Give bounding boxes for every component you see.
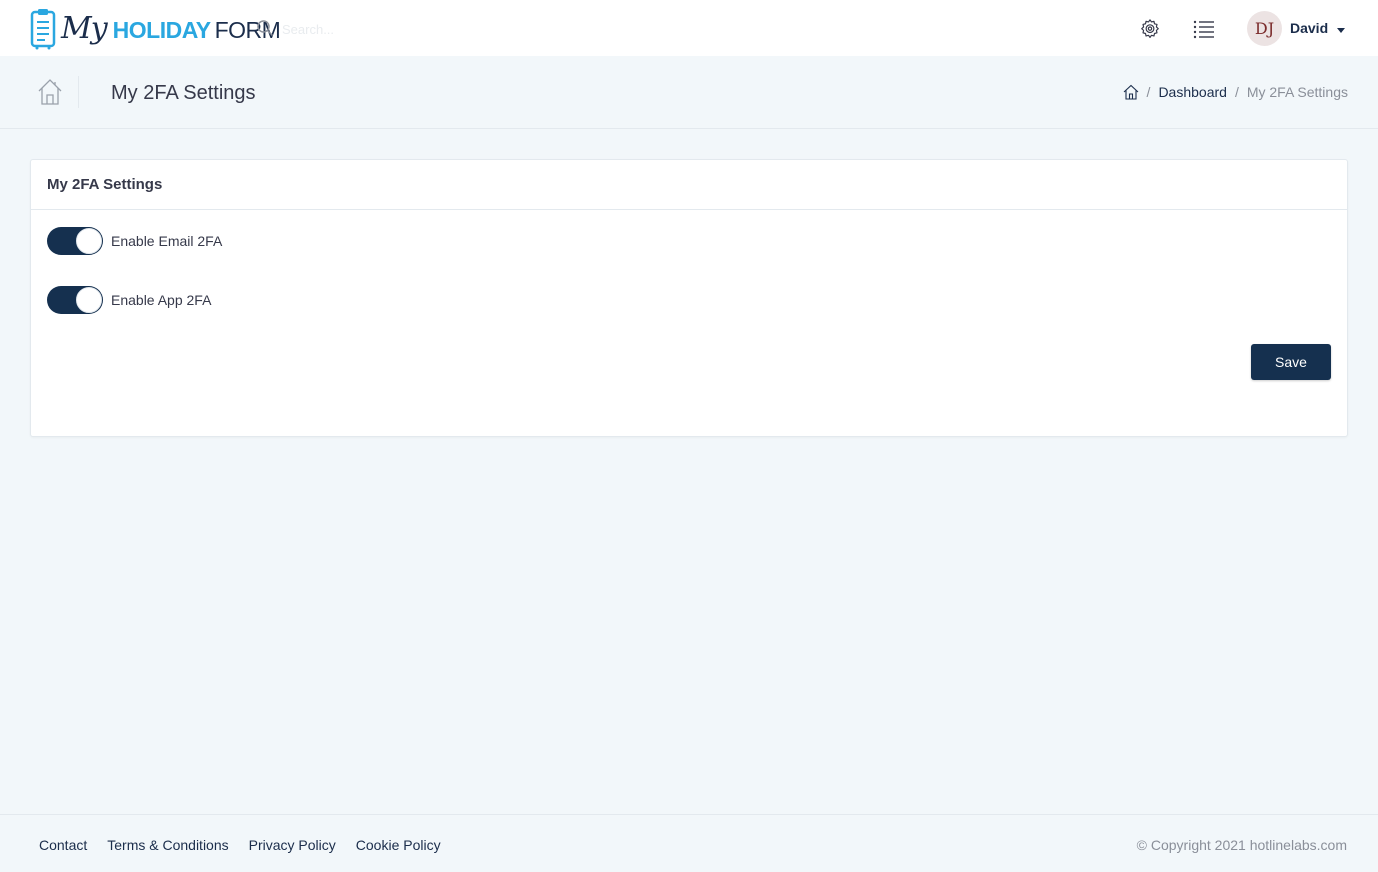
breadcrumb-separator: / — [1234, 84, 1239, 100]
search-icon[interactable] — [256, 19, 274, 37]
toggle-knob — [76, 287, 102, 313]
card-header: My 2FA Settings — [31, 160, 1347, 210]
search-input[interactable] — [282, 16, 482, 42]
breadcrumb-dashboard-link[interactable]: Dashboard — [1158, 84, 1227, 100]
top-navbar: My HOLIDAY FORM DJ David — [0, 0, 1378, 56]
breadcrumb-separator: / — [1146, 84, 1151, 100]
app-logo[interactable]: My HOLIDAY FORM — [29, 5, 281, 51]
card-title: My 2FA Settings — [47, 176, 163, 193]
toggle-knob — [76, 228, 102, 254]
header-divider — [78, 76, 79, 108]
footer-link-terms[interactable]: Terms & Conditions — [107, 837, 228, 853]
logo-text-holiday: HOLIDAY — [112, 16, 211, 43]
footer: Contact Terms & Conditions Privacy Polic… — [0, 814, 1378, 872]
breadcrumb: / Dashboard / My 2FA Settings — [1123, 84, 1348, 100]
gear-icon[interactable] — [1139, 18, 1161, 40]
user-avatar[interactable]: DJ — [1247, 11, 1282, 46]
email-2fa-label[interactable]: Enable Email 2FA — [111, 233, 222, 249]
app-2fa-label[interactable]: Enable App 2FA — [111, 292, 211, 308]
user-name[interactable]: David — [1290, 20, 1328, 36]
list-icon[interactable] — [1193, 19, 1215, 39]
clipboard-logo-icon — [30, 9, 56, 50]
email-2fa-row: Enable Email 2FA — [47, 227, 222, 255]
page-title: My 2FA Settings — [111, 82, 256, 104]
footer-link-privacy[interactable]: Privacy Policy — [249, 837, 336, 853]
breadcrumb-current: My 2FA Settings — [1246, 84, 1348, 100]
home-icon[interactable] — [37, 78, 63, 106]
page-header: My 2FA Settings / Dashboard / My 2FA Set… — [0, 56, 1378, 129]
email-2fa-toggle[interactable] — [47, 227, 103, 255]
logo-text-my: My — [61, 10, 108, 46]
breadcrumb-home-icon[interactable] — [1123, 84, 1139, 100]
chevron-down-icon[interactable] — [1337, 28, 1345, 33]
footer-link-cookie[interactable]: Cookie Policy — [356, 837, 441, 853]
save-button[interactable]: Save — [1251, 344, 1331, 380]
footer-links: Contact Terms & Conditions Privacy Polic… — [39, 837, 461, 853]
app-2fa-row: Enable App 2FA — [47, 286, 211, 314]
copyright-text: © Copyright 2021 hotlinelabs.com — [1136, 837, 1347, 853]
footer-link-contact[interactable]: Contact — [39, 837, 87, 853]
settings-card: My 2FA Settings Enable Email 2FA Enable … — [30, 159, 1348, 437]
app-2fa-toggle[interactable] — [47, 286, 103, 314]
